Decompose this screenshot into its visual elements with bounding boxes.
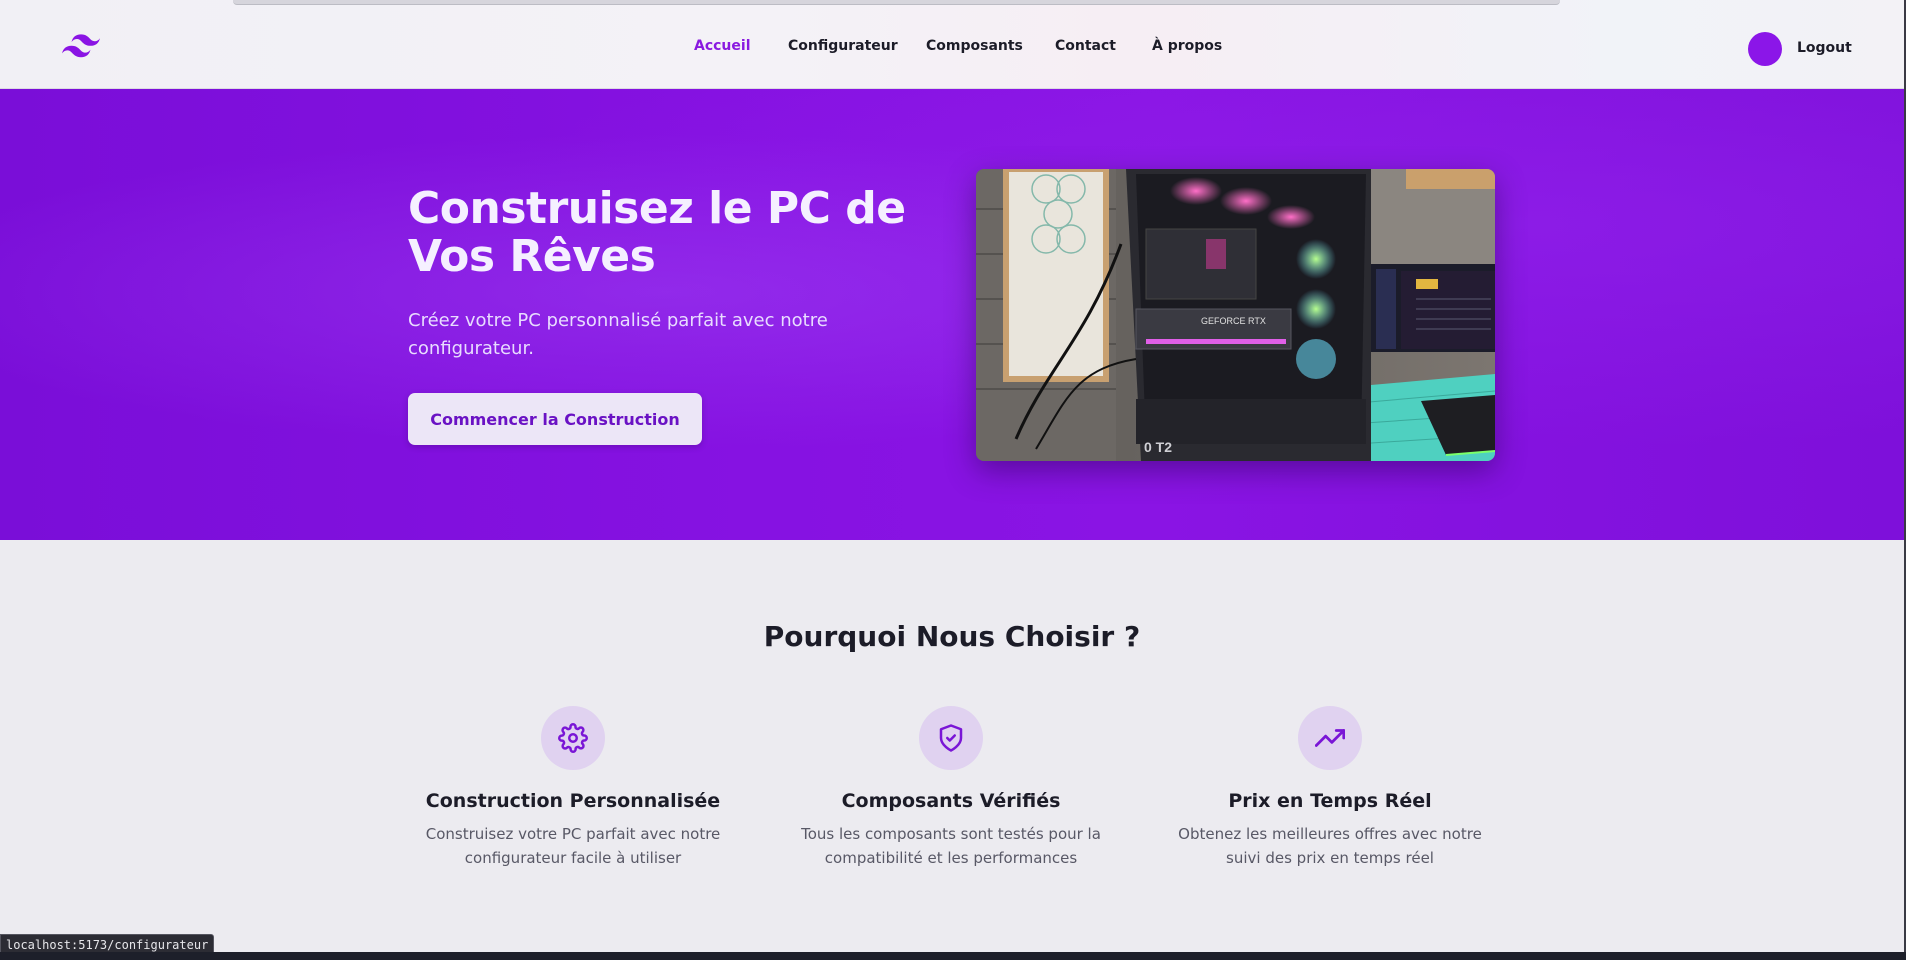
feature-title: Prix en Temps Réel — [1228, 790, 1432, 812]
shield-check-icon — [939, 724, 963, 752]
logout-button[interactable]: Logout — [1797, 40, 1852, 56]
feature-description: Construisez votre PC parfait avec notre … — [425, 825, 721, 867]
nav-link-accueil[interactable]: Accueil — [694, 38, 751, 54]
nav-link-a-propos[interactable]: À propos — [1152, 38, 1222, 54]
feature-card-custom-build: Construction Personnalisée Construisez v… — [393, 706, 753, 870]
nav-link-contact[interactable]: Contact — [1055, 38, 1116, 54]
hero-pc-image: GEFORCE RTX 0 T2 — [976, 169, 1495, 461]
feature-icon-badge — [919, 706, 983, 770]
feature-description: Obtenez les meilleures offres avec notre… — [1178, 825, 1482, 867]
hero-title: Construisez le PC de Vos Rêves — [408, 183, 906, 282]
os-taskbar — [0, 952, 1906, 960]
gear-icon — [558, 723, 588, 753]
user-avatar[interactable] — [1748, 32, 1782, 66]
feature-icon-badge — [541, 706, 605, 770]
feature-title: Composants Vérifiés — [841, 790, 1061, 812]
svg-text:GEFORCE RTX: GEFORCE RTX — [1201, 316, 1266, 326]
svg-text:0 T2: 0 T2 — [1144, 439, 1172, 455]
feature-icon-badge — [1298, 706, 1362, 770]
status-bar-url: localhost:5173/configurateur — [0, 934, 215, 952]
browser-viewport: Accueil Configurateur Composants Contact… — [0, 0, 1906, 952]
features-title: Pourquoi Nous Choisir ? — [763, 620, 1141, 653]
feature-card-realtime-prices: Prix en Temps Réel Obtenez les meilleure… — [1150, 706, 1510, 870]
browser-top-strip — [233, 0, 1560, 5]
hero-subtitle: Créez votre PC personnalisé parfait avec… — [408, 310, 828, 359]
feature-description: Tous les composants sont testés pour la … — [801, 825, 1101, 867]
tailwind-logo-icon[interactable] — [62, 34, 100, 58]
feature-card-verified-components: Composants Vérifiés Tous les composants … — [771, 706, 1131, 870]
trending-up-icon — [1315, 729, 1345, 747]
nav-link-configurateur[interactable]: Configurateur — [788, 38, 898, 54]
start-build-button[interactable]: Commencer la Construction — [408, 393, 702, 445]
feature-title: Construction Personnalisée — [425, 790, 721, 812]
pc-build-illustration: GEFORCE RTX 0 T2 — [976, 169, 1495, 461]
hero-section: Construisez le PC de Vos Rêves Créez vot… — [0, 89, 1904, 540]
site-header: Accueil Configurateur Composants Contact… — [0, 0, 1904, 89]
nav-link-composants[interactable]: Composants — [926, 38, 1023, 54]
